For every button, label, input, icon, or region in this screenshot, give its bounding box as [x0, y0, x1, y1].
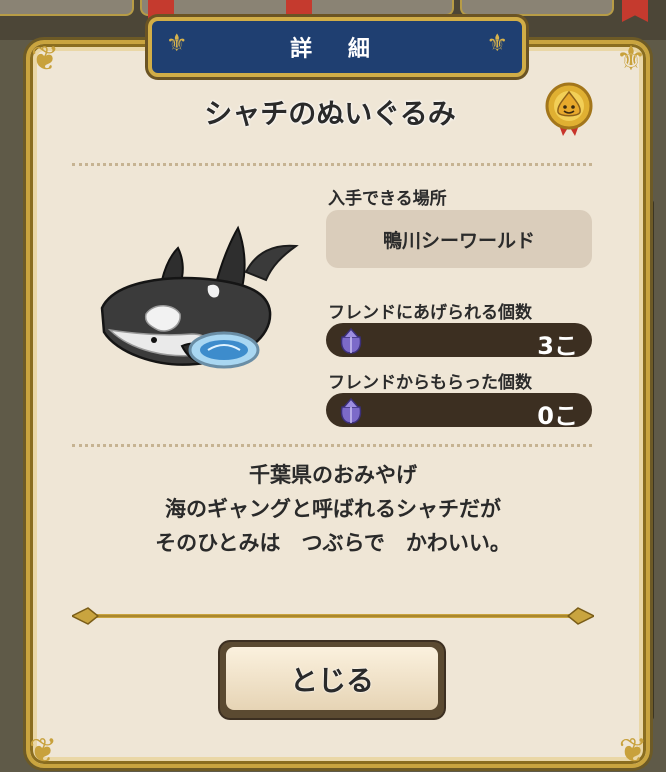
received-count-bar: 0こ	[326, 393, 592, 430]
give-count-value: 3こ	[537, 332, 578, 360]
item-description: 千葉県のおみやげ 海のギャングと呼ばれるシャチだが そのひとみは つぶらで かわ…	[86, 458, 580, 560]
location-value: 鴨川シーワールド	[326, 210, 592, 268]
dialog-header: ⚜ 詳 細 ⚜	[148, 17, 526, 77]
location-label: 入手できる場所	[328, 189, 447, 209]
received-count-label: フレンドからもらった個数	[328, 373, 532, 393]
corner-ornament-icon: ❦	[28, 731, 58, 771]
corner-ornament-icon: ❦	[618, 731, 648, 771]
divider	[72, 163, 592, 166]
background-tab	[300, 0, 454, 16]
give-count-bar: 3こ	[326, 323, 592, 360]
description-line: 海のギャングと呼ばれるシャチだが	[165, 497, 501, 521]
close-button[interactable]: とじる	[220, 642, 444, 718]
received-count-value: 0こ	[537, 402, 578, 430]
corner-ornament-icon: ❦	[30, 39, 60, 79]
gift-bag-icon	[340, 397, 362, 424]
orca-plush-icon	[100, 225, 299, 369]
close-button-face[interactable]: とじる	[226, 647, 438, 710]
fleur-de-lis-icon: ⚜	[486, 29, 508, 57]
description-line: 千葉県のおみやげ	[249, 463, 417, 487]
gift-bag-icon	[340, 327, 362, 354]
background-tab	[0, 0, 134, 16]
item-name: シャチのぬいぐるみ	[204, 97, 456, 130]
description-line: そのひとみは つぶらで かわいい。	[155, 531, 511, 555]
corner-ornament-icon: ⚜	[615, 39, 647, 79]
divider-ornament	[72, 607, 594, 625]
background-tab	[460, 0, 614, 16]
close-button-label: とじる	[289, 663, 374, 697]
give-count-label: フレンドにあげられる個数	[328, 303, 532, 323]
dialog-title: 詳 細	[290, 37, 384, 62]
divider	[72, 444, 592, 447]
slime-medal-icon	[545, 82, 593, 136]
ribbon-icon	[622, 0, 648, 22]
